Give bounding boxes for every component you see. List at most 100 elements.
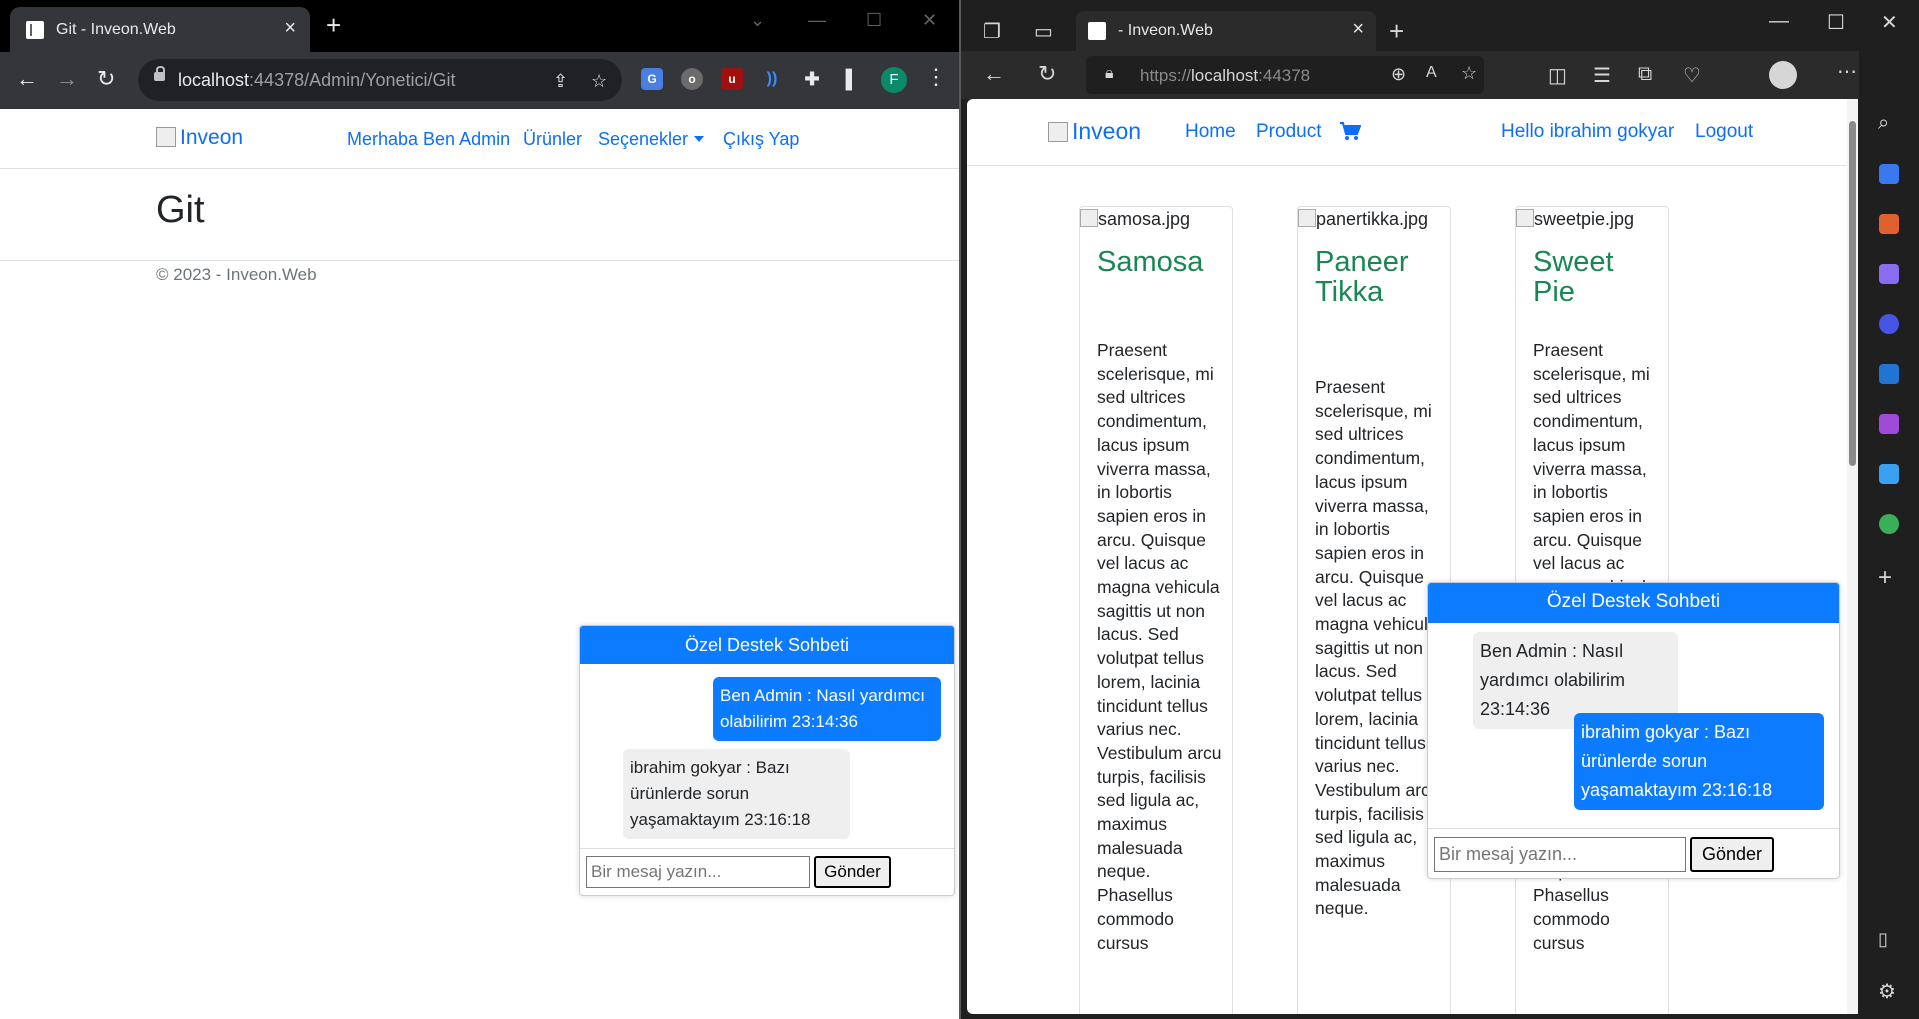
cart-icon[interactable] xyxy=(1339,121,1361,141)
profile-avatar[interactable] xyxy=(1769,61,1797,89)
product-image-alt: panertikka.jpg xyxy=(1316,209,1429,229)
close-tab-icon[interactable]: × xyxy=(284,17,296,40)
chat-message-input[interactable] xyxy=(586,856,810,888)
user-greeting-link[interactable]: Hello ibrahim gokyar xyxy=(1501,121,1674,143)
zoom-icon[interactable]: ⊕ xyxy=(1391,64,1406,85)
audio-extension-icon[interactable]: )) xyxy=(761,68,783,90)
chat-input-row: Gönder xyxy=(580,848,954,895)
tree-app-icon[interactable] xyxy=(1879,514,1899,534)
forward-icon[interactable]: → xyxy=(56,66,78,92)
translate-extension-icon[interactable]: G xyxy=(641,68,663,90)
browser-essentials-icon[interactable]: ♡ xyxy=(1683,63,1701,88)
reload-icon[interactable]: ↻ xyxy=(97,66,115,92)
nav-products-link[interactable]: Ürünler xyxy=(523,129,582,150)
support-chat-panel: Özel Destek Sohbeti Ben Admin : Nasıl ya… xyxy=(579,625,955,896)
nav-home-link[interactable]: Home xyxy=(1185,121,1236,143)
tab-strip: Git - Inveon.Web × + ⌄ — ☐ ✕ xyxy=(0,0,959,52)
page-title: Git xyxy=(156,189,205,231)
product-image-alt: samosa.jpg xyxy=(1098,209,1191,229)
chat-send-button[interactable]: Gönder xyxy=(814,856,891,888)
brand-logo-icon xyxy=(156,127,176,147)
new-tab-icon[interactable]: + xyxy=(1389,16,1404,47)
sidebar-settings-gear-icon[interactable]: ⚙ xyxy=(1878,979,1896,1004)
url-host: localhost xyxy=(178,70,250,90)
nav-options-dropdown[interactable]: Seçenekler xyxy=(598,129,705,150)
shopping-tag-icon[interactable] xyxy=(1879,164,1899,184)
reload-icon[interactable]: ↻ xyxy=(1038,61,1056,87)
side-panel-icon[interactable]: ▌ xyxy=(841,68,863,90)
chrome-window: Git - Inveon.Web × + ⌄ — ☐ ✕ ← → ↻ local… xyxy=(0,0,959,1019)
tab-actions-icon[interactable]: ▭ xyxy=(1034,19,1053,44)
extensions-puzzle-icon[interactable]: ✚ xyxy=(801,68,823,90)
browser-tab[interactable]: Git - Inveon.Web × xyxy=(10,7,310,52)
lock-icon[interactable] xyxy=(154,66,165,81)
brand-link[interactable]: Inveon xyxy=(156,126,243,150)
minimize-icon[interactable]: — xyxy=(808,10,826,31)
telegram-icon[interactable] xyxy=(1879,464,1899,484)
chat-message-input[interactable] xyxy=(1434,837,1686,872)
menu-kebab-icon[interactable]: ⋮ xyxy=(925,64,947,90)
nav-product-link[interactable]: Product xyxy=(1256,121,1321,143)
search-icon[interactable]: ⌕ xyxy=(1878,112,1889,135)
maximize-icon[interactable]: ☐ xyxy=(1827,10,1845,35)
product-title: Paneer Tikka xyxy=(1315,246,1409,308)
toolbar: ← → ↻ localhost:44378/Admin/Yonetici/Git… xyxy=(0,52,959,109)
edge-sidebar: ⌕ + ▯ ⚙ xyxy=(1859,40,1919,1019)
share-icon[interactable]: ⇪ xyxy=(553,71,568,92)
chat-message-sent: Ben Admin : Nasıl yardımcı olabilirim 23… xyxy=(713,677,941,741)
page-content: Inveon Merhaba Ben Admin Ürünler Seçenek… xyxy=(0,109,959,1019)
site-navbar: Inveon Merhaba Ben Admin Ürünler Seçenek… xyxy=(0,109,959,169)
broken-image-icon xyxy=(1080,209,1098,227)
read-aloud-icon[interactable]: A xyxy=(1426,64,1437,82)
back-icon[interactable]: ← xyxy=(983,61,1005,87)
address-bar[interactable]: localhost:44378/Admin/Yonetici/Git ⇪ ☆ xyxy=(138,59,622,101)
nav-greeting-link[interactable]: Merhaba Ben Admin xyxy=(347,129,510,150)
brand-name: Inveon xyxy=(1072,118,1142,144)
nav-logout-link[interactable]: Çıkış Yap xyxy=(723,129,799,150)
m365-icon[interactable] xyxy=(1879,314,1899,334)
tab-title: - Inveon.Web xyxy=(1118,22,1213,39)
chat-input-row: Gönder xyxy=(1428,828,1839,878)
vertical-scrollbar[interactable] xyxy=(1847,99,1858,1014)
workspaces-icon[interactable]: ❐ xyxy=(983,19,1001,44)
address-bar[interactable]: 🔒︎ https://localhost:44378 ⊕ A ☆ xyxy=(1086,56,1484,94)
tools-briefcase-icon[interactable] xyxy=(1879,214,1899,234)
games-icon[interactable] xyxy=(1879,264,1899,284)
favorites-icon[interactable]: ☰ xyxy=(1593,63,1611,88)
brand-link[interactable]: Inveon xyxy=(1048,118,1141,145)
new-tab-icon[interactable]: + xyxy=(326,12,341,38)
designer-icon[interactable] xyxy=(1879,414,1899,434)
tab-title: Git - Inveon.Web xyxy=(56,21,176,38)
split-screen-icon[interactable]: ◫ xyxy=(1548,63,1567,88)
extension-icon[interactable]: o xyxy=(681,68,703,90)
ublock-extension-icon[interactable]: u xyxy=(721,68,743,90)
maximize-icon[interactable]: ☐ xyxy=(866,10,882,31)
favorite-star-icon[interactable]: ☆ xyxy=(1461,63,1477,84)
minimize-icon[interactable]: — xyxy=(1769,10,1789,33)
url-port: :44378 xyxy=(1258,66,1311,85)
collections-icon[interactable]: ⧉ xyxy=(1638,63,1652,86)
tab-search-icon[interactable]: ⌄ xyxy=(750,10,765,31)
close-tab-icon[interactable]: × xyxy=(1352,18,1364,41)
edge-window: ❐ ▭ - Inveon.Web × + — ☐ ✕ ← ↻ 🔒︎ https:… xyxy=(961,0,1919,1019)
settings-more-icon[interactable]: ⋯ xyxy=(1837,59,1857,84)
product-title: Samosa xyxy=(1097,246,1204,278)
bookmark-star-icon[interactable]: ☆ xyxy=(591,71,607,92)
browser-tab[interactable]: - Inveon.Web × xyxy=(1076,11,1376,51)
logout-link[interactable]: Logout xyxy=(1695,121,1753,143)
back-icon[interactable]: ← xyxy=(16,66,38,92)
profile-avatar[interactable]: F xyxy=(881,67,907,93)
outlook-icon[interactable] xyxy=(1879,364,1899,384)
url-scheme: https:// xyxy=(1140,66,1192,85)
product-card: samosa.jpg Samosa Praesent scelerisque, … xyxy=(1079,206,1233,1014)
broken-image-icon xyxy=(1298,209,1316,227)
close-window-icon[interactable]: ✕ xyxy=(1881,10,1898,35)
chat-send-button[interactable]: Gönder xyxy=(1690,837,1774,872)
chat-message-received: ibrahim gokyar : Bazı ürünlerde sorun ya… xyxy=(623,749,850,839)
lock-icon[interactable]: 🔒︎ xyxy=(1105,65,1114,83)
scrollbar-thumb[interactable] xyxy=(1849,121,1856,466)
close-window-icon[interactable]: ✕ xyxy=(922,10,937,31)
product-image: sweetpie.jpg xyxy=(1516,209,1634,230)
hide-sidebar-icon[interactable]: ▯ xyxy=(1878,929,1888,950)
add-sidebar-app-icon[interactable]: + xyxy=(1878,564,1892,592)
